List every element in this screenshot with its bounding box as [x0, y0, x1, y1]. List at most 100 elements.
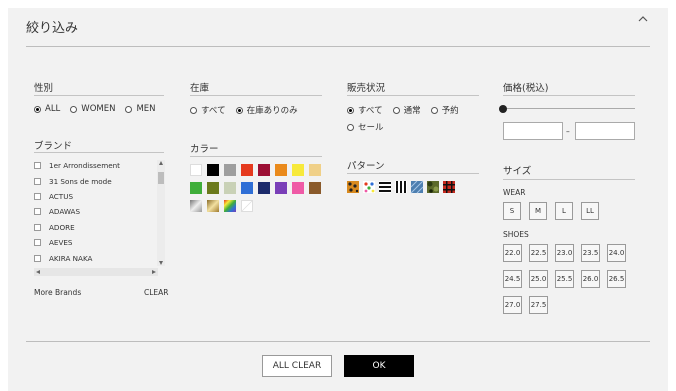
color-swatch[interactable]	[207, 200, 219, 212]
gender-men-radio[interactable]: MEN	[125, 104, 156, 114]
color-swatch[interactable]	[224, 200, 236, 212]
stripe-pattern-icon[interactable]	[395, 181, 407, 193]
sales-sale-radio[interactable]: セール	[347, 121, 384, 133]
color-swatch[interactable]	[309, 182, 321, 194]
more-brands-link[interactable]: More Brands	[34, 288, 81, 297]
size-button[interactable]: S	[503, 202, 521, 220]
brand-item[interactable]: ADORE	[34, 220, 166, 235]
brand-item[interactable]: AEVES	[34, 235, 166, 250]
color-swatch[interactable]	[258, 164, 270, 176]
sales-all-radio[interactable]: すべて	[347, 104, 383, 116]
color-swatch[interactable]	[292, 164, 304, 176]
checkbox-icon	[34, 223, 41, 231]
dot-pattern-icon[interactable]	[363, 181, 375, 193]
radio-label: 予約	[441, 106, 459, 116]
price-divider	[503, 95, 635, 96]
gender-women-radio[interactable]: WOMEN	[70, 104, 115, 114]
check-pattern-icon[interactable]	[443, 181, 455, 193]
stock-all-radio[interactable]: すべて	[190, 104, 226, 116]
scroll-left-arrow-icon[interactable]	[35, 269, 41, 275]
color-swatch[interactable]	[190, 200, 202, 212]
all-clear-button[interactable]: ALL CLEAR	[262, 355, 332, 377]
brand-clear-link[interactable]: CLEAR	[144, 288, 169, 297]
color-swatch[interactable]	[258, 182, 270, 194]
gender-all-radio[interactable]: ALL	[34, 104, 60, 114]
radio-label: すべて	[358, 106, 383, 116]
sales-divider	[347, 95, 479, 96]
checkbox-icon	[34, 192, 41, 200]
scroll-up-arrow-icon[interactable]	[158, 160, 164, 166]
shoe-size-button[interactable]: 26.5	[607, 270, 626, 288]
brand-item[interactable]: ACTUS	[34, 189, 166, 204]
scroll-right-arrow-icon[interactable]	[151, 269, 157, 275]
shoe-size-button[interactable]: 25.0	[529, 270, 548, 288]
sales-options-row1: すべて 通常 予約	[347, 104, 469, 116]
color-swatch[interactable]	[309, 164, 321, 176]
shoe-size-button[interactable]: 22.0	[503, 244, 522, 262]
stock-instock-radio[interactable]: 在庫ありのみ	[235, 104, 298, 116]
brand-label: AKIRA NAKA	[49, 253, 93, 263]
color-swatch[interactable]	[190, 182, 202, 194]
color-swatch[interactable]	[207, 164, 219, 176]
color-swatch[interactable]	[207, 182, 219, 194]
checkbox-icon	[34, 177, 41, 185]
size-button[interactable]: L	[555, 202, 573, 220]
color-swatch[interactable]	[224, 164, 236, 176]
price-separator: –	[566, 127, 570, 136]
scroll-down-arrow-icon[interactable]	[158, 260, 164, 266]
price-max-input[interactable]	[575, 122, 635, 140]
color-swatch[interactable]	[275, 182, 287, 194]
shoe-size-button[interactable]: 24.5	[503, 270, 522, 288]
sales-regular-radio[interactable]: 通常	[392, 104, 421, 116]
collapse-chevron-icon[interactable]	[636, 12, 650, 26]
price-slider-track[interactable]	[503, 108, 635, 109]
radio-checked-icon	[235, 106, 243, 114]
color-swatch[interactable]	[224, 182, 236, 194]
ok-button[interactable]: OK	[344, 355, 414, 377]
color-swatch[interactable]	[190, 164, 202, 176]
brand-horizontal-scrollbar[interactable]	[34, 268, 158, 276]
shoe-size-button[interactable]: 27.0	[503, 296, 522, 314]
brand-item[interactable]: 1er Arrondissement	[34, 158, 166, 173]
camo-pattern-icon[interactable]	[427, 181, 439, 193]
radio-icon	[70, 105, 78, 113]
price-min-input[interactable]	[503, 122, 563, 140]
checkbox-icon	[34, 162, 41, 170]
radio-checked-icon	[347, 106, 354, 114]
radio-label: ALL	[45, 104, 61, 114]
leopard-pattern-icon[interactable]	[347, 181, 359, 193]
scroll-thumb[interactable]	[158, 172, 164, 184]
radio-checked-icon	[34, 105, 41, 113]
brand-list[interactable]: 1er Arrondissement 31 Sons de mode ACTUS…	[34, 158, 166, 278]
shoe-size-button[interactable]: 23.0	[555, 244, 574, 262]
brand-vertical-scrollbar[interactable]	[157, 160, 165, 266]
shoe-size-button[interactable]: 27.5	[529, 296, 548, 314]
brand-item[interactable]: AKIRA NAKA	[34, 250, 166, 265]
denim-pattern-icon[interactable]	[410, 180, 424, 194]
color-swatch[interactable]	[241, 164, 253, 176]
color-swatch[interactable]	[241, 182, 253, 194]
shoe-size-button[interactable]: 23.5	[581, 244, 600, 262]
size-button[interactable]: LL	[581, 202, 599, 220]
brand-item[interactable]: ADAWAS	[34, 204, 166, 219]
checkbox-icon	[34, 239, 41, 247]
sales-title: 販売状況	[347, 83, 386, 94]
brand-item[interactable]: 31 Sons de mode	[34, 173, 166, 188]
color-swatch[interactable]	[275, 164, 287, 176]
sales-preorder-radio[interactable]: 予約	[430, 104, 459, 116]
price-title: 価格(税込)	[503, 83, 549, 94]
pattern-swatches	[347, 180, 455, 194]
brand-title: ブランド	[34, 141, 73, 152]
shoe-size-button[interactable]: 24.0	[607, 244, 626, 262]
stock-title: 在庫	[190, 83, 210, 94]
size-button[interactable]: M	[529, 202, 547, 220]
color-swatch[interactable]	[292, 182, 304, 194]
shoe-size-button[interactable]: 25.5	[555, 270, 574, 288]
price-slider-handle[interactable]	[499, 105, 507, 113]
sales-options-row2: セール	[347, 121, 394, 133]
gender-divider	[34, 95, 164, 96]
shoe-size-button[interactable]: 26.0	[581, 270, 600, 288]
shoe-size-button[interactable]: 22.5	[529, 244, 548, 262]
border-pattern-icon[interactable]	[379, 181, 391, 193]
color-swatch[interactable]	[241, 200, 253, 212]
